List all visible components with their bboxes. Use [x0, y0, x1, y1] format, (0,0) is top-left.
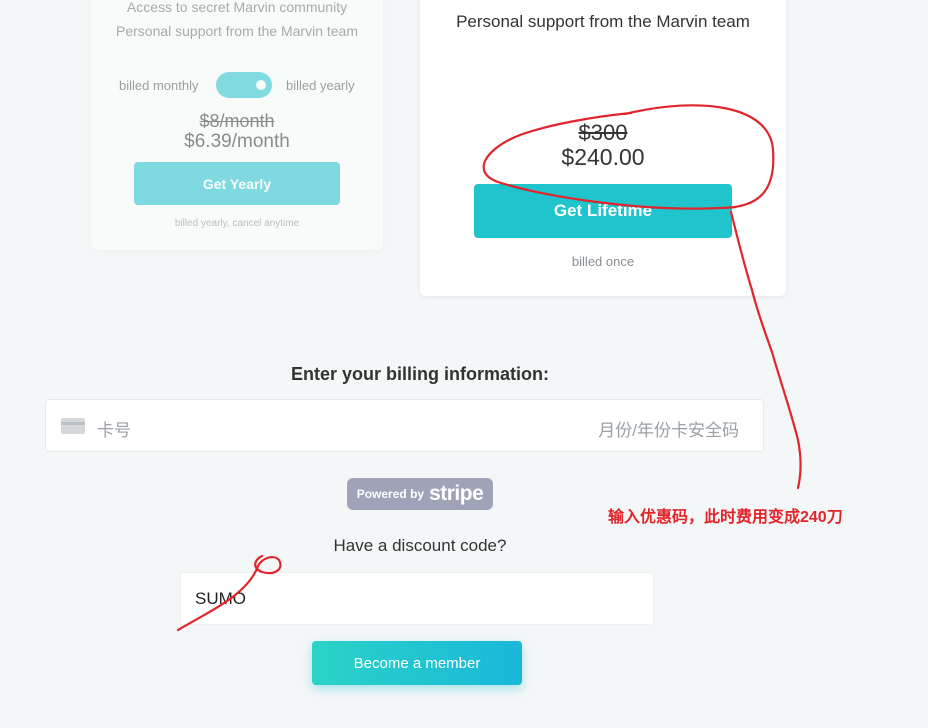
yearly-billing-note: billed yearly, cancel anytime [174, 218, 300, 229]
yearly-feature-support: Personal support from the Marvin team [116, 23, 358, 39]
powered-by-label: Powered by [356, 487, 425, 501]
powered-by-stripe-badge[interactable]: Powered by stripe [347, 478, 493, 510]
billed-yearly-label: billed yearly [286, 78, 355, 93]
annotation-note: 输入优惠码，此时费用变成240刀 [608, 509, 843, 526]
credit-card-icon [61, 418, 85, 434]
lifetime-new-price: $240.00 [561, 144, 645, 170]
discount-code-input[interactable] [180, 572, 654, 625]
billing-period-toggle-row: billed monthly billed yearly [91, 72, 383, 98]
yearly-new-price: $6.39/month [184, 131, 290, 152]
card-number-field[interactable]: 卡号 月份/年份卡安全码 [45, 399, 764, 452]
billed-monthly-label: billed monthly [119, 78, 199, 93]
yearly-plan-card: Access to secret Marvin community Person… [91, 0, 383, 250]
billing-period-toggle[interactable] [216, 72, 272, 98]
yearly-old-price: $8/month [199, 111, 275, 131]
card-number-placeholder: 卡号 [97, 421, 131, 440]
stripe-logo: stripe [429, 482, 484, 505]
get-yearly-button[interactable]: Get Yearly [134, 162, 340, 205]
lifetime-billing-note: billed once [571, 254, 635, 269]
card-expiry-cvc-placeholder: 月份/年份卡安全码 [598, 421, 739, 440]
become-member-button[interactable]: Become a member [312, 641, 522, 685]
discount-code-label: Have a discount code? [333, 536, 507, 555]
yearly-feature-community: Access to secret Marvin community [126, 0, 348, 15]
toggle-knob [256, 80, 266, 90]
billing-heading: Enter your billing information: [291, 364, 549, 384]
lifetime-old-price: $300 [578, 120, 628, 145]
lifetime-plan-card: Personal support from the Marvin team $3… [420, 0, 786, 296]
lifetime-feature-support: Personal support from the Marvin team [456, 12, 750, 31]
get-lifetime-button[interactable]: Get Lifetime [474, 184, 732, 238]
